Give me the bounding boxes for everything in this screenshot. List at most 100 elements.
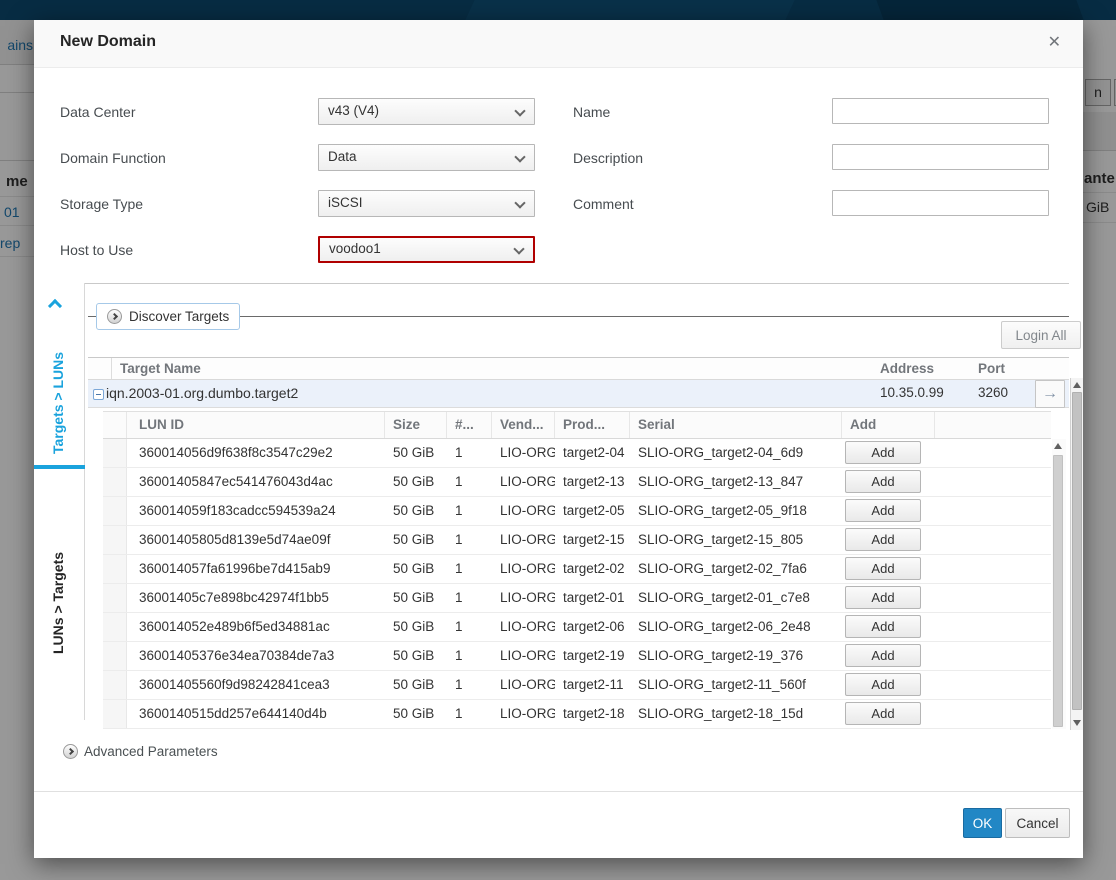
login-all-button[interactable]: Login All (1001, 321, 1081, 349)
ok-button[interactable]: OK (963, 808, 1002, 838)
add-lun-button[interactable]: Add (845, 702, 921, 725)
target-table-scrollbar[interactable] (1070, 378, 1083, 730)
name-input[interactable] (832, 98, 1049, 124)
lun-size: 50 GiB (385, 642, 447, 670)
lun-serial: SLIO-ORG_target2-06_2e48 (630, 613, 842, 641)
lun-size: 50 GiB (385, 555, 447, 583)
lun-row[interactable]: 36001405c7e898bc42974f1bb5 50 GiB 1 LIO-… (103, 584, 1051, 613)
lun-row[interactable]: 36001405376e34ea70384de7a3 50 GiB 1 LIO-… (103, 642, 1051, 671)
lun-paths: 1 (447, 613, 492, 641)
chevron-down-icon (514, 197, 525, 208)
target-port: 3260 (978, 385, 1008, 400)
close-icon[interactable]: ✕ (1048, 32, 1061, 52)
lun-row[interactable]: 360014052e489b6f5ed34881ac 50 GiB 1 LIO-… (103, 613, 1051, 642)
lun-vendor: LIO-ORG (492, 497, 555, 525)
target-row[interactable]: iqn.2003-01.org.dumbo.target2 10.35.0.99… (88, 380, 1069, 408)
add-lun-button[interactable]: Add (845, 441, 921, 464)
tab-targets-luns[interactable]: Targets > LUNs (42, 340, 74, 465)
product-column-header: Prod... (555, 412, 630, 438)
lun-select-cell (103, 468, 127, 496)
host-to-use-label: Host to Use (60, 242, 133, 258)
lun-select-cell (103, 584, 127, 612)
add-lun-button[interactable]: Add (845, 586, 921, 609)
lun-serial: SLIO-ORG_target2-01_c7e8 (630, 584, 842, 612)
expander-chevron-icon (107, 309, 122, 324)
lun-id: 3600140515dd257e644140d4b (127, 700, 385, 728)
add-lun-button[interactable]: Add (845, 499, 921, 522)
lun-id: 36001405560f9d98242841cea3 (127, 671, 385, 699)
add-lun-button[interactable]: Add (845, 557, 921, 580)
domain-function-select[interactable]: Data (318, 144, 535, 171)
lun-vendor: LIO-ORG (492, 700, 555, 728)
active-tab-indicator (34, 465, 85, 469)
lun-size: 50 GiB (385, 526, 447, 554)
footer-divider (34, 791, 1083, 792)
lun-table-scrollbar[interactable] (1052, 439, 1066, 729)
lun-select-cell (103, 613, 127, 641)
lun-serial: SLIO-ORG_target2-04_6d9 (630, 439, 842, 467)
tab-luns-targets[interactable]: LUNs > Targets (42, 543, 74, 663)
panel-divider (85, 283, 1069, 284)
actions-column-header (1023, 358, 1069, 379)
lun-paths: 1 (447, 671, 492, 699)
lun-paths: 1 (447, 439, 492, 467)
lun-id: 36001405847ec541476043d4ac (127, 468, 385, 496)
target-select-column (88, 358, 112, 379)
lun-id: 360014052e489b6f5ed34881ac (127, 613, 385, 641)
lun-product: target2-13 (555, 468, 630, 496)
paths-column-header: #... (447, 412, 492, 438)
add-lun-button[interactable]: Add (845, 528, 921, 551)
lun-id: 36001405805d8139e5d74ae09f (127, 526, 385, 554)
lun-row[interactable]: 36001405805d8139e5d74ae09f 50 GiB 1 LIO-… (103, 526, 1051, 555)
target-table-header: Target Name Address Port (88, 357, 1069, 380)
storage-type-value: iSCSI (328, 195, 363, 210)
size-column-header: Size (385, 412, 447, 438)
lun-product: target2-18 (555, 700, 630, 728)
lun-id: 360014057fa61996be7d415ab9 (127, 555, 385, 583)
lun-product: target2-04 (555, 439, 630, 467)
lun-row[interactable]: 360014057fa61996be7d415ab9 50 GiB 1 LIO-… (103, 555, 1051, 584)
address-column-header: Address (866, 358, 963, 379)
lun-size: 50 GiB (385, 613, 447, 641)
chevron-down-icon (514, 105, 525, 116)
lun-product: target2-06 (555, 613, 630, 641)
domain-function-label: Domain Function (60, 150, 166, 166)
lun-size: 50 GiB (385, 439, 447, 467)
lun-paths: 1 (447, 497, 492, 525)
login-target-arrow-button[interactable]: → (1035, 380, 1065, 408)
lun-paths: 1 (447, 642, 492, 670)
lun-row[interactable]: 360014056d9f638f8c3547c29e2 50 GiB 1 LIO… (103, 439, 1051, 468)
storage-type-select[interactable]: iSCSI (318, 190, 535, 217)
lun-select-cell (103, 642, 127, 670)
lun-select-cell (103, 700, 127, 728)
lun-paths: 1 (447, 584, 492, 612)
name-label: Name (573, 104, 610, 120)
lun-serial: SLIO-ORG_target2-15_805 (630, 526, 842, 554)
lun-serial: SLIO-ORG_target2-13_847 (630, 468, 842, 496)
target-name-column-header: Target Name (112, 358, 866, 379)
data-center-select[interactable]: v43 (V4) (318, 98, 535, 125)
cancel-button[interactable]: Cancel (1005, 808, 1070, 838)
add-lun-button[interactable]: Add (845, 470, 921, 493)
lun-row[interactable]: 36001405560f9d98242841cea3 50 GiB 1 LIO-… (103, 671, 1051, 700)
comment-input[interactable] (832, 190, 1049, 216)
lun-product: target2-11 (555, 671, 630, 699)
lun-table: LUN ID Size #... Vend... Prod... Serial … (103, 411, 1051, 729)
add-lun-button[interactable]: Add (845, 673, 921, 696)
lun-row[interactable]: 360014059f183cadcc594539a24 50 GiB 1 LIO… (103, 497, 1051, 526)
advanced-parameters-expander[interactable]: Advanced Parameters (63, 744, 218, 759)
lun-product: target2-02 (555, 555, 630, 583)
new-domain-dialog: New Domain ✕ Data Center Domain Function… (34, 20, 1083, 858)
lun-row[interactable]: 36001405847ec541476043d4ac 50 GiB 1 LIO-… (103, 468, 1051, 497)
host-to-use-select[interactable]: voodoo1 (318, 236, 535, 263)
add-lun-button[interactable]: Add (845, 644, 921, 667)
lun-select-column (103, 412, 127, 438)
lun-row[interactable]: 3600140515dd257e644140d4b 50 GiB 1 LIO-O… (103, 700, 1051, 729)
collapse-target-icon[interactable] (93, 389, 104, 400)
description-input[interactable] (832, 144, 1049, 170)
lun-id: 360014056d9f638f8c3547c29e2 (127, 439, 385, 467)
collapse-tabs-chevron-up-icon[interactable] (50, 297, 62, 309)
add-lun-button[interactable]: Add (845, 615, 921, 638)
discover-targets-expander[interactable]: Discover Targets (96, 303, 240, 330)
discover-targets-label: Discover Targets (129, 309, 229, 324)
